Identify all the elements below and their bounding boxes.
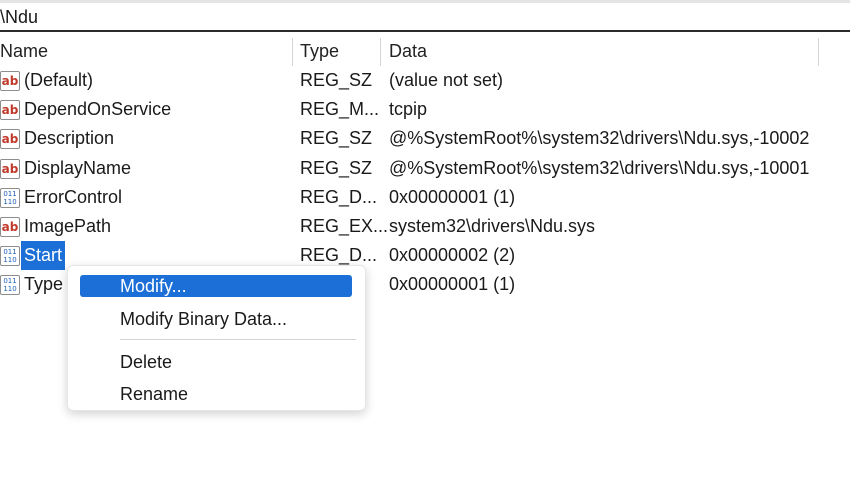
column-header-data[interactable]: Data — [389, 34, 427, 68]
value-data: tcpip — [389, 99, 428, 120]
column-header: Name Type Data — [0, 34, 850, 68]
menu-item-modify[interactable]: Modify... — [80, 275, 352, 297]
table-row[interactable]: ab Description REG_SZ @%SystemRoot%\syst… — [0, 124, 850, 153]
address-path: \Ndu — [0, 7, 39, 27]
value-data: 0x00000001 (1) — [389, 186, 516, 207]
value-type: REG_M... — [300, 99, 380, 120]
column-header-type[interactable]: Type — [300, 34, 339, 68]
string-value-icon: ab — [0, 129, 20, 150]
string-value-icon: ab — [0, 71, 20, 91]
string-value-icon: ab — [0, 216, 20, 237]
value-name: (Default) — [24, 70, 94, 90]
address-bar[interactable]: \Ndu — [0, 3, 850, 32]
table-row[interactable]: ab DisplayName REG_SZ @%SystemRoot%\syst… — [0, 154, 850, 183]
menu-separator — [120, 339, 356, 340]
binary-value-icon: 011 110 — [0, 187, 20, 208]
value-name: Start — [21, 241, 66, 271]
context-menu: Modify... Modify Binary Data... Delete R… — [67, 265, 366, 411]
column-header-name[interactable]: Name — [0, 34, 48, 68]
column-divider[interactable] — [380, 38, 381, 66]
value-name: Description — [24, 128, 115, 149]
menu-item-delete[interactable]: Delete — [80, 351, 352, 373]
column-divider[interactable] — [292, 38, 293, 66]
value-type: REG_SZ — [300, 128, 373, 149]
string-value-icon: ab — [0, 100, 20, 121]
value-type: REG_SZ — [300, 70, 373, 90]
value-name: Type — [24, 274, 64, 295]
menu-item-rename[interactable]: Rename — [80, 383, 352, 405]
value-data: 0x00000002 (2) — [389, 245, 516, 266]
menu-item-modify-binary-data[interactable]: Modify Binary Data... — [80, 308, 352, 330]
value-name: ImagePath — [24, 215, 112, 236]
value-data: @%SystemRoot%\system32\drivers\Ndu.sys,-… — [389, 128, 810, 149]
binary-value-icon: 011 110 — [0, 246, 20, 267]
value-data: @%SystemRoot%\system32\drivers\Ndu.sys,-… — [389, 157, 810, 178]
string-value-icon: ab — [0, 158, 20, 179]
value-data: 0x00000001 (1) — [389, 274, 516, 295]
table-row[interactable]: ab ImagePath REG_EX... system32\drivers\… — [0, 212, 850, 241]
value-type: REG_D... — [300, 186, 378, 207]
value-name: DisplayName — [24, 157, 132, 178]
value-name: DependOnService — [24, 99, 172, 120]
column-divider[interactable] — [818, 38, 819, 66]
value-name: ErrorControl — [24, 186, 123, 207]
table-row[interactable]: ab (Default) REG_SZ (value not set) — [0, 66, 850, 95]
value-type: REG_EX... — [300, 215, 389, 236]
binary-value-icon: 011 110 — [0, 275, 20, 296]
value-type: REG_SZ — [300, 157, 373, 178]
value-data: (value not set) — [389, 70, 504, 90]
value-data: system32\drivers\Ndu.sys — [389, 215, 596, 236]
table-row[interactable]: 011 110 ErrorControl REG_D... 0x00000001 … — [0, 183, 850, 212]
table-row[interactable]: ab DependOnService REG_M... tcpip — [0, 95, 850, 124]
